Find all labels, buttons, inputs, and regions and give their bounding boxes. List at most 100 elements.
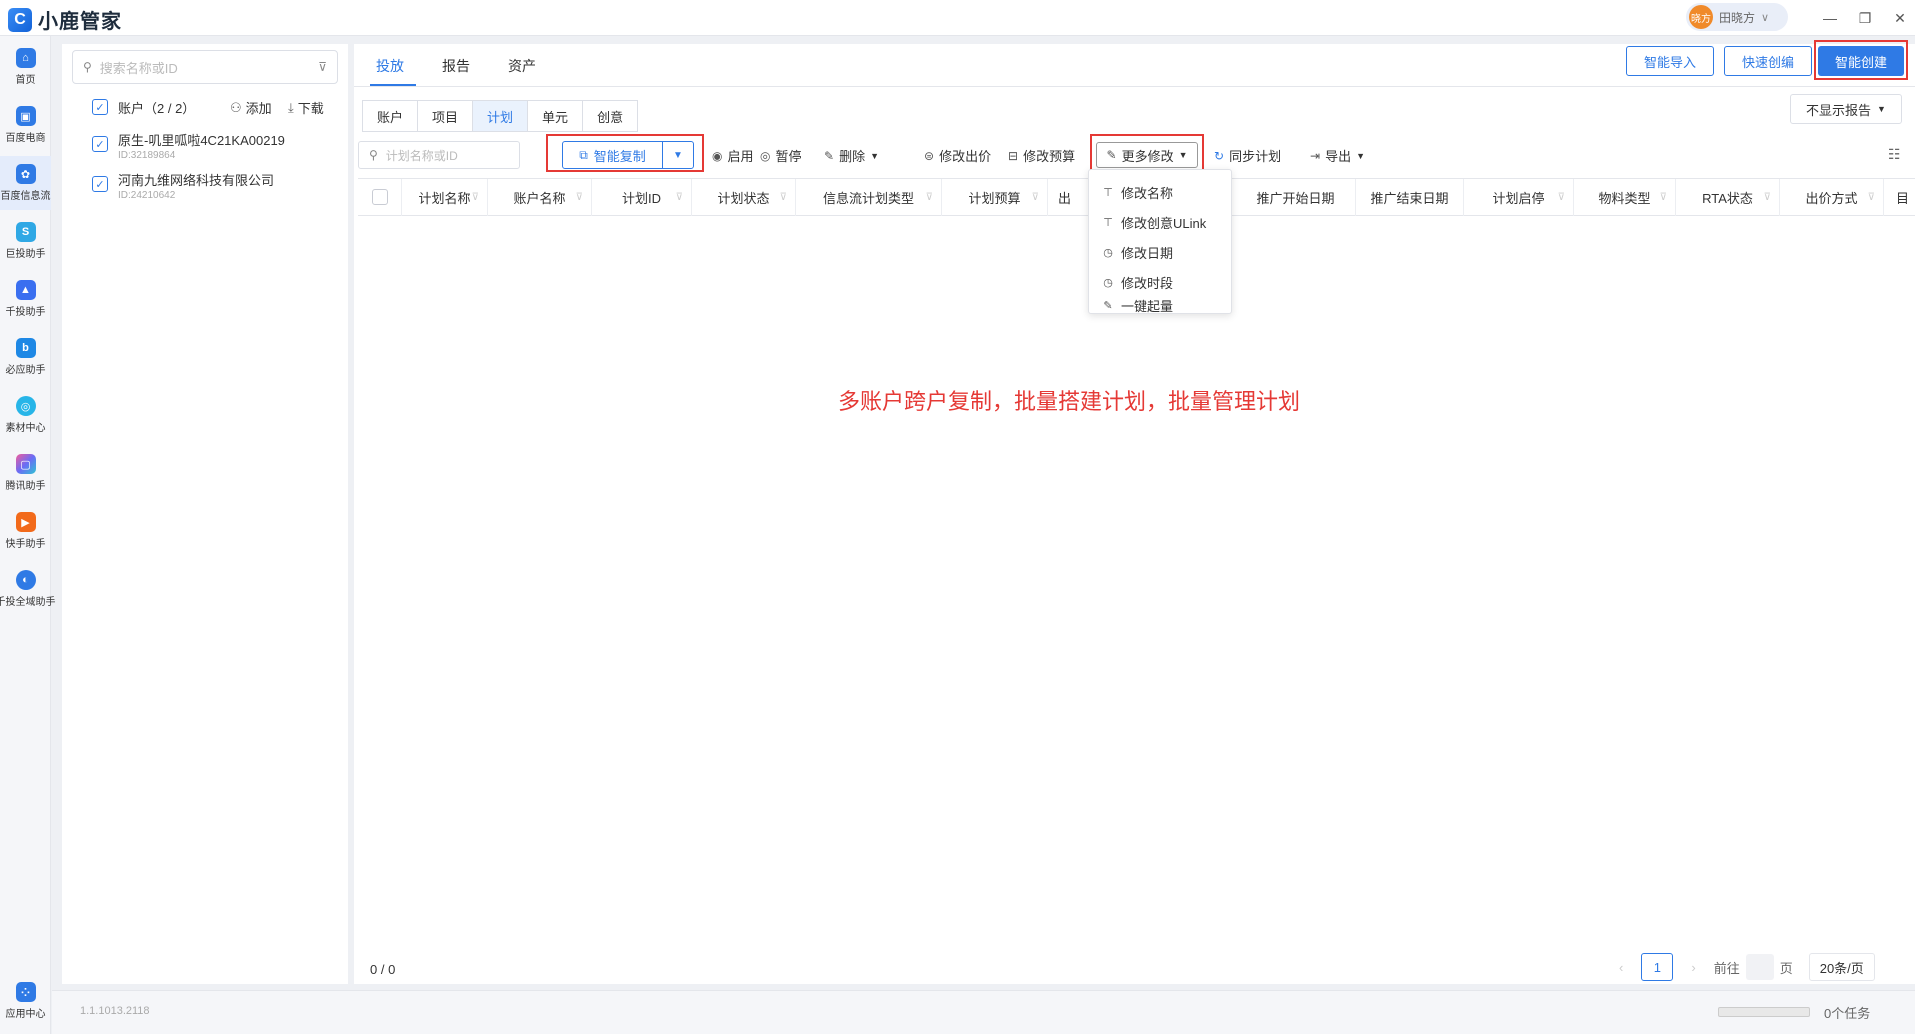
column-header[interactable]: 推广结束日期 bbox=[1356, 179, 1464, 216]
filter-icon[interactable]: ⊽ bbox=[926, 192, 933, 203]
edit-budget-button[interactable]: ⊟ 修改预算 bbox=[1008, 146, 1075, 165]
tab-report[interactable]: 报告 bbox=[442, 56, 470, 76]
next-page-icon[interactable]: › bbox=[1691, 960, 1695, 975]
avatar: 晓方 bbox=[1689, 5, 1713, 29]
search-icon: ⚲ bbox=[369, 148, 378, 162]
filter-icon[interactable]: ⊽ bbox=[1558, 192, 1565, 203]
column-header[interactable]: 计划预算 ⊽ bbox=[942, 179, 1048, 216]
prev-page-icon[interactable]: ‹ bbox=[1619, 960, 1623, 975]
tab-assets[interactable]: 资产 bbox=[508, 56, 536, 76]
goto-page-input[interactable] bbox=[1745, 954, 1774, 980]
rail-item-bing[interactable]: b 必应助手 bbox=[0, 330, 51, 384]
more-edit-button[interactable]: ✎ 更多修改 ▼ bbox=[1096, 142, 1198, 168]
app-logo: C 小鹿管家 bbox=[8, 5, 122, 34]
menu-item-edit-date[interactable]: ◷ 修改日期 bbox=[1089, 237, 1233, 267]
plan-search-input[interactable]: ⚲ 计划名称或ID bbox=[358, 141, 520, 169]
rail-item-home[interactable]: ⌂ 首页 bbox=[0, 40, 51, 94]
column-header[interactable]: 出 bbox=[1048, 179, 1092, 216]
menu-item-edit-name[interactable]: ⊤ 修改名称 bbox=[1089, 177, 1233, 207]
filter-icon[interactable]: ⊽ bbox=[318, 60, 327, 74]
filter-icon[interactable]: ⊽ bbox=[1764, 192, 1771, 203]
user-menu[interactable]: 晓方 田晓方 ∨ bbox=[1686, 3, 1788, 31]
sync-plan-button[interactable]: ↻ 同步计划 bbox=[1214, 146, 1281, 165]
rail-item-materials[interactable]: ◎ 素材中心 bbox=[0, 388, 51, 442]
tab-creative[interactable]: 创意 bbox=[582, 100, 639, 132]
pause-button[interactable]: ◎ 暂停 bbox=[760, 146, 802, 165]
menu-item-boost[interactable]: ✎ 一键起量 bbox=[1089, 297, 1233, 314]
page-size-select[interactable]: 20条/页 bbox=[1808, 953, 1875, 981]
account-name: 河南九维网络科技有限公司 bbox=[118, 173, 275, 188]
column-header[interactable]: 推广开始日期 bbox=[1236, 179, 1356, 216]
rail-item-app-center[interactable]: ⁘ 应用中心 bbox=[0, 974, 51, 1028]
column-header[interactable]: RTA状态 ⊽ bbox=[1676, 179, 1780, 216]
column-header[interactable]: 信息流计划类型 ⊽ bbox=[796, 179, 942, 216]
rail-item-baidu-ecommerce[interactable]: ▣ 百度电商 bbox=[0, 98, 51, 152]
account-item[interactable]: ✓ 原生-叽里呱啦4C21KA00219 ID:32189864 bbox=[92, 130, 342, 161]
filter-icon[interactable]: ⊽ bbox=[1868, 192, 1875, 203]
tab-delivery[interactable]: 投放 bbox=[376, 56, 404, 76]
search-icon: ⚲ bbox=[83, 60, 92, 74]
download-button[interactable]: ⤓ 下载 bbox=[288, 98, 324, 117]
column-header[interactable]: 物料类型 ⊽ bbox=[1574, 179, 1676, 216]
enable-button[interactable]: ◉ 启用 bbox=[712, 146, 754, 165]
add-account-button[interactable]: ⚇ 添加 bbox=[230, 98, 272, 117]
task-count[interactable]: 0个任务 bbox=[1824, 1003, 1870, 1022]
filter-icon[interactable]: ⊽ bbox=[676, 192, 683, 203]
delete-button[interactable]: ✎ 删除 ▼ bbox=[824, 146, 879, 165]
copy-icon: ⧉ bbox=[579, 147, 588, 162]
filter-icon[interactable]: ⊽ bbox=[472, 192, 479, 203]
export-button[interactable]: ⇥ 导出 ▼ bbox=[1310, 146, 1365, 165]
column-header[interactable]: 计划启停 ⊽ bbox=[1464, 179, 1574, 216]
smart-import-button[interactable]: 智能导入 bbox=[1626, 46, 1714, 76]
account-item[interactable]: ✓ 河南九维网络科技有限公司 ID:24210642 bbox=[92, 170, 342, 201]
menu-item-label: 修改名称 bbox=[1121, 185, 1174, 201]
menu-item-edit-ulink[interactable]: ⊤ 修改创意ULink bbox=[1089, 207, 1233, 237]
column-header[interactable]: 计划名称 ⊽ bbox=[402, 179, 488, 216]
filter-icon[interactable]: ⊽ bbox=[1660, 192, 1667, 203]
quick-edit-button[interactable]: 快速创编 bbox=[1724, 46, 1812, 76]
selection-count: 0 / 0 bbox=[370, 962, 396, 977]
user-name: 田晓方 bbox=[1719, 10, 1756, 25]
filter-icon[interactable]: ⊽ bbox=[780, 192, 787, 203]
rail-item-baidu-feed[interactable]: ✿ 百度信息流 bbox=[0, 156, 51, 210]
menu-item-edit-timeslot[interactable]: ◷ 修改时段 bbox=[1089, 267, 1233, 297]
caret-down-icon[interactable]: ▼ bbox=[663, 150, 693, 161]
close-button[interactable]: ✕ bbox=[1890, 8, 1910, 28]
account-search-input[interactable]: ⚲ 搜索名称或ID ⊽ bbox=[72, 50, 338, 84]
delete-label: 删除 bbox=[839, 149, 866, 164]
rail-item-kuaishou[interactable]: ▶ 快手助手 bbox=[0, 504, 51, 558]
page-number[interactable]: 1 bbox=[1641, 953, 1674, 981]
smart-copy-button[interactable]: ⧉ 智能复制 ▼ bbox=[562, 141, 694, 169]
rail-item-tencent[interactable]: ▢ 腾讯助手 bbox=[0, 446, 51, 500]
smart-copy-label: 智能复制 bbox=[593, 148, 646, 164]
rail-item-jutou[interactable]: S 巨投助手 bbox=[0, 214, 51, 268]
column-header[interactable]: 计划状态 ⊽ bbox=[692, 179, 796, 216]
column-header[interactable]: 计划ID ⊽ bbox=[592, 179, 692, 216]
select-column bbox=[358, 179, 402, 216]
filter-icon[interactable]: ⊽ bbox=[1032, 192, 1039, 203]
restore-button[interactable]: ❐ bbox=[1855, 8, 1875, 28]
smart-copy-main[interactable]: ⧉ 智能复制 bbox=[563, 142, 663, 168]
account-checkbox[interactable]: ✓ bbox=[92, 176, 108, 192]
select-all-checkbox[interactable]: ✓ bbox=[92, 99, 108, 115]
menu-item-label: 修改时段 bbox=[1121, 275, 1174, 291]
account-checkbox[interactable]: ✓ bbox=[92, 136, 108, 152]
rail-item-qiantou[interactable]: ▲ 千投助手 bbox=[0, 272, 51, 326]
account-panel: ⚲ 搜索名称或ID ⊽ ✓ 账户（2 / 2） ⚇ 添加 ⤓ 下载 ✓ 原生-叽… bbox=[62, 44, 348, 984]
column-settings-icon[interactable]: ☷ bbox=[1888, 146, 1901, 163]
tab-plan[interactable]: 计划 bbox=[472, 100, 529, 132]
tab-account[interactable]: 账户 bbox=[362, 100, 419, 132]
column-header[interactable]: 账户名称 ⊽ bbox=[488, 179, 592, 216]
select-all-plans-checkbox[interactable] bbox=[372, 189, 388, 205]
report-display-select[interactable]: 不显示报告 ▼ bbox=[1790, 94, 1902, 124]
column-header[interactable]: 出价方式 ⊽ bbox=[1780, 179, 1884, 216]
edit-bid-button[interactable]: ⊜ 修改出价 bbox=[924, 146, 991, 165]
tab-project[interactable]: 项目 bbox=[417, 100, 474, 132]
edit-icon: ✎ bbox=[1106, 148, 1117, 162]
column-header[interactable]: 目 bbox=[1884, 179, 1915, 216]
minimize-button[interactable]: — bbox=[1820, 8, 1840, 28]
filter-icon[interactable]: ⊽ bbox=[576, 192, 583, 203]
tab-unit[interactable]: 单元 bbox=[527, 100, 584, 132]
smart-create-button[interactable]: 智能创建 bbox=[1818, 46, 1904, 76]
rail-item-qiantou-global[interactable]: ◐ 千投全域助手 bbox=[0, 562, 56, 616]
